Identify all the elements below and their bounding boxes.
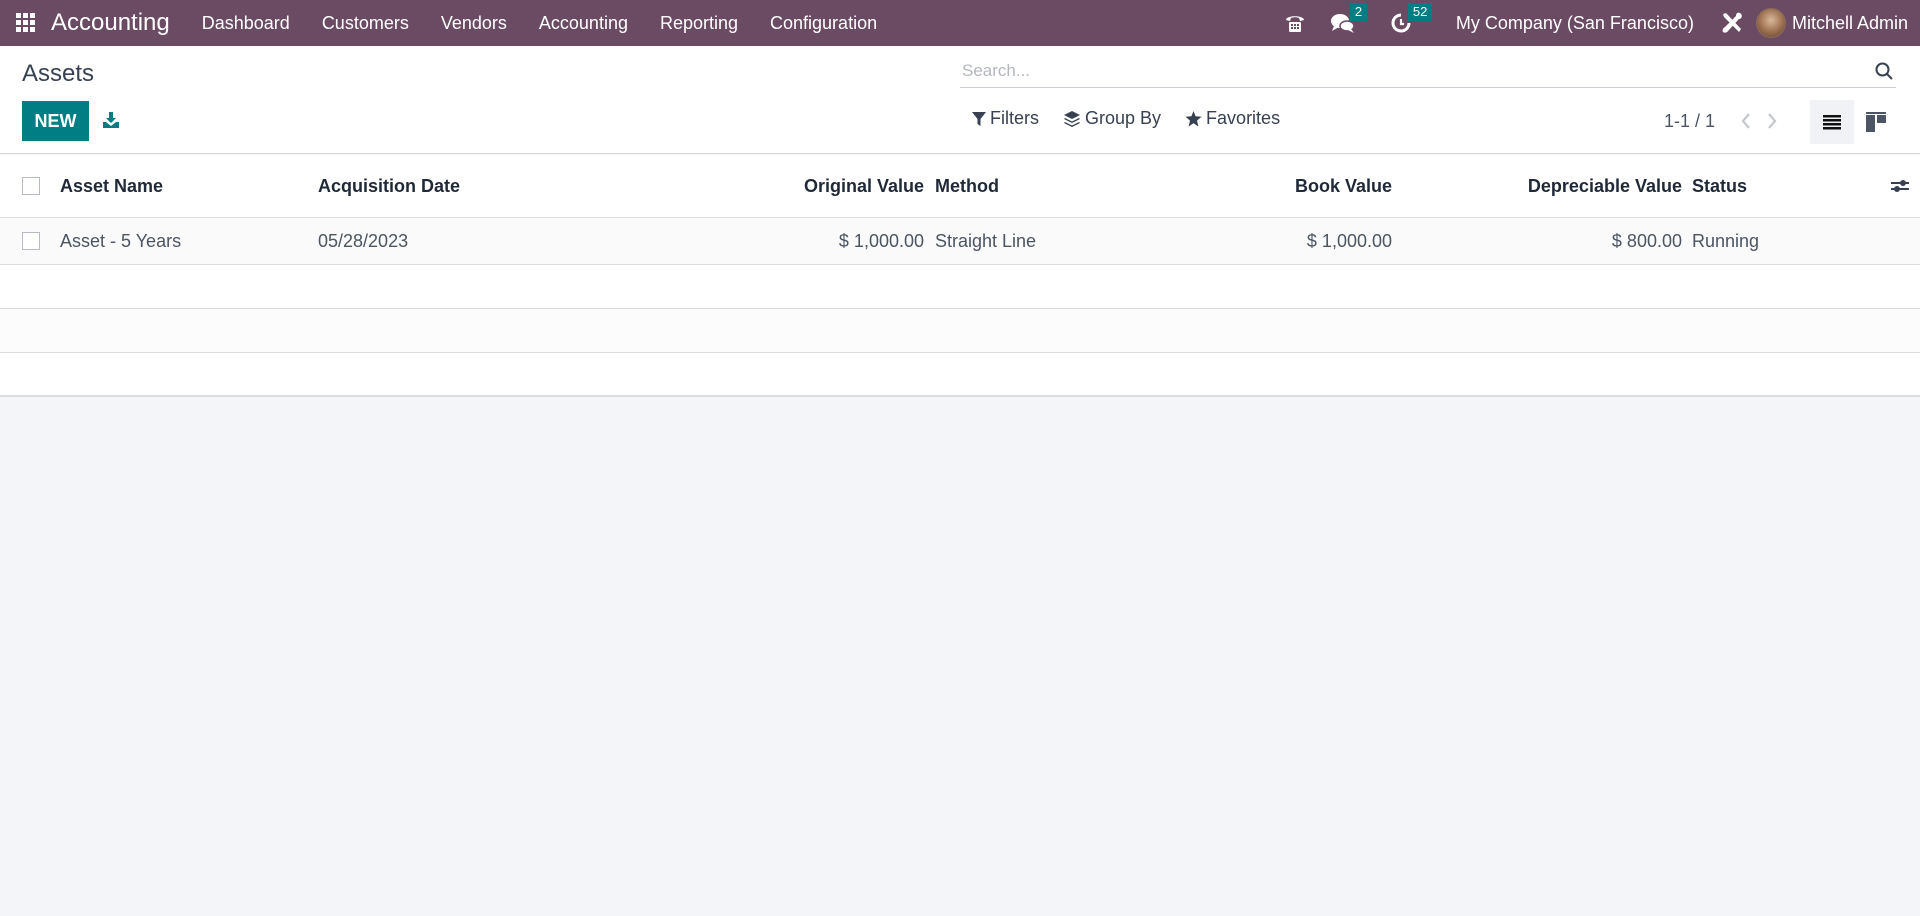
pager-previous-button[interactable] bbox=[1733, 108, 1759, 134]
tools-icon bbox=[1722, 12, 1742, 33]
column-acquisition-date[interactable]: Acquisition Date bbox=[318, 155, 460, 217]
debug-tools-button[interactable] bbox=[1708, 0, 1756, 46]
cell-depreciable-value[interactable]: $ 800.00 bbox=[1450, 218, 1682, 264]
avatar bbox=[1755, 8, 1786, 38]
cell-acquisition-date[interactable]: 05/28/2023 bbox=[318, 218, 408, 264]
control-panel: Assets NEW Filters Group By Favorites bbox=[0, 46, 1920, 154]
cell-original-value[interactable]: $ 1,000.00 bbox=[700, 218, 924, 264]
chevron-right-icon bbox=[1768, 113, 1777, 129]
company-switcher[interactable]: My Company (San Francisco) bbox=[1442, 13, 1708, 34]
optional-columns-toggle[interactable] bbox=[1890, 155, 1910, 217]
pager-value[interactable]: 1-1 / 1 bbox=[1664, 111, 1715, 132]
activities-count-badge: 52 bbox=[1407, 3, 1433, 21]
column-original-value[interactable]: Original Value bbox=[700, 155, 924, 217]
download-icon bbox=[103, 112, 119, 128]
apps-grid-icon[interactable] bbox=[16, 13, 36, 33]
messages-count-badge: 2 bbox=[1349, 3, 1368, 21]
phone-icon bbox=[1285, 16, 1304, 32]
pager-next-button[interactable] bbox=[1759, 108, 1785, 134]
favorites-label: Favorites bbox=[1206, 108, 1281, 128]
kanban-view-button[interactable] bbox=[1854, 100, 1898, 144]
empty-row bbox=[0, 265, 1920, 309]
activities-button[interactable]: 52 bbox=[1378, 0, 1442, 46]
list-icon bbox=[1823, 115, 1841, 130]
filters-button[interactable]: Filters bbox=[972, 108, 1039, 129]
cell-status[interactable]: Running bbox=[1692, 218, 1759, 264]
top-navbar: Accounting Dashboard Customers Vendors A… bbox=[0, 0, 1920, 46]
messages-button[interactable]: 2 bbox=[1318, 0, 1378, 46]
search-options: Filters Group By Favorites bbox=[972, 108, 1280, 129]
empty-row bbox=[0, 353, 1920, 397]
menu-vendors[interactable]: Vendors bbox=[425, 0, 523, 46]
user-name: Mitchell Admin bbox=[1791, 12, 1908, 33]
kanban-icon bbox=[1866, 112, 1886, 132]
phone-button[interactable] bbox=[1272, 0, 1318, 46]
table-header: Asset Name Acquisition Date Original Val… bbox=[0, 155, 1920, 218]
app-name[interactable]: Accounting bbox=[51, 9, 170, 37]
row-select-cell bbox=[22, 218, 40, 264]
menu-configuration[interactable]: Configuration bbox=[754, 0, 893, 46]
assets-list: Asset Name Acquisition Date Original Val… bbox=[0, 155, 1920, 397]
column-book-value[interactable]: Book Value bbox=[1200, 155, 1392, 217]
table-row[interactable]: Asset - 5 Years 05/28/2023 $ 1,000.00 St… bbox=[0, 218, 1920, 265]
sliders-icon bbox=[1891, 180, 1909, 192]
page-title[interactable]: Assets bbox=[22, 60, 94, 88]
cell-asset-name[interactable]: Asset - 5 Years bbox=[60, 218, 181, 264]
filters-label: Filters bbox=[990, 108, 1039, 128]
export-button[interactable] bbox=[98, 104, 124, 136]
column-depreciable-value[interactable]: Depreciable Value bbox=[1450, 155, 1682, 217]
menu-dashboard[interactable]: Dashboard bbox=[186, 0, 306, 46]
user-menu[interactable]: Mitchell Admin bbox=[1755, 8, 1920, 38]
group-by-label: Group By bbox=[1085, 108, 1162, 128]
chevron-left-icon bbox=[1741, 113, 1750, 129]
menu-reporting[interactable]: Reporting bbox=[644, 0, 754, 46]
select-all-cell bbox=[22, 155, 40, 217]
column-method[interactable]: Method bbox=[935, 155, 999, 217]
column-status[interactable]: Status bbox=[1692, 155, 1747, 217]
empty-row bbox=[0, 309, 1920, 353]
search-input[interactable] bbox=[960, 60, 1872, 81]
search-icon[interactable] bbox=[1872, 59, 1896, 83]
menu-customers[interactable]: Customers bbox=[306, 0, 425, 46]
select-all-checkbox[interactable] bbox=[22, 177, 40, 195]
favorites-button[interactable]: Favorites bbox=[1185, 108, 1280, 129]
pager: 1-1 / 1 bbox=[1664, 108, 1785, 134]
view-switcher bbox=[1810, 100, 1898, 144]
star-icon bbox=[1185, 110, 1202, 126]
new-button[interactable]: NEW bbox=[22, 101, 89, 141]
list-view-button[interactable] bbox=[1810, 100, 1854, 144]
group-by-button[interactable]: Group By bbox=[1063, 108, 1161, 129]
filter-icon bbox=[972, 111, 986, 126]
row-checkbox[interactable] bbox=[22, 232, 40, 250]
menu-accounting[interactable]: Accounting bbox=[523, 0, 644, 46]
column-asset-name[interactable]: Asset Name bbox=[60, 155, 163, 217]
cell-method[interactable]: Straight Line bbox=[935, 218, 1036, 264]
cell-book-value[interactable]: $ 1,000.00 bbox=[1200, 218, 1392, 264]
layers-icon bbox=[1064, 110, 1080, 127]
search-bar bbox=[960, 54, 1896, 88]
